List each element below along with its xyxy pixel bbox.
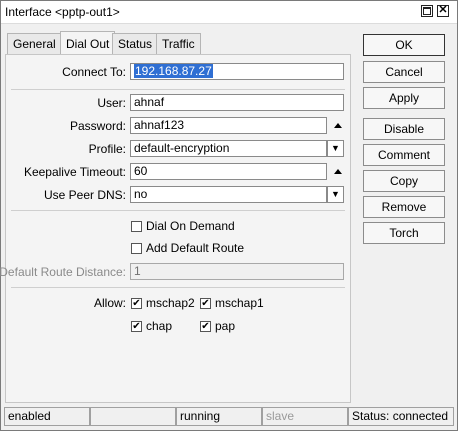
keepalive-timeout-label: Keepalive Timeout: bbox=[23, 165, 126, 179]
interface-dialog: Interface <pptp-out1> ✕ General Dial Out… bbox=[0, 0, 458, 431]
ok-button[interactable]: OK bbox=[363, 34, 445, 56]
add-default-route-label: Add Default Route bbox=[146, 241, 245, 255]
password-label: Password: bbox=[69, 119, 126, 133]
maximize-icon[interactable] bbox=[421, 5, 433, 17]
status-slave: slave bbox=[262, 407, 348, 426]
profile-select[interactable]: default-encryption bbox=[130, 140, 327, 157]
disable-button[interactable]: Disable bbox=[363, 118, 445, 140]
add-default-route-checkbox[interactable] bbox=[131, 243, 142, 254]
copy-button[interactable]: Copy bbox=[363, 170, 445, 192]
allow-label: Allow: bbox=[93, 296, 126, 310]
divider bbox=[11, 89, 345, 90]
remove-button[interactable]: Remove bbox=[363, 196, 445, 218]
use-peer-dns-label: Use Peer DNS: bbox=[43, 188, 126, 202]
window-title: Interface <pptp-out1> bbox=[5, 5, 120, 19]
user-label: User: bbox=[97, 96, 126, 110]
status-empty bbox=[90, 407, 176, 426]
divider bbox=[11, 287, 345, 288]
status-connection: Status: connected bbox=[348, 407, 454, 426]
allow-mschap1-label: mschap1 bbox=[215, 296, 264, 310]
use-peer-dns-select[interactable]: no bbox=[130, 186, 327, 203]
allow-mschap1-checkbox[interactable]: ✔ bbox=[200, 298, 211, 309]
tab-traffic[interactable]: Traffic bbox=[156, 33, 201, 54]
dial-on-demand-label: Dial On Demand bbox=[146, 219, 235, 233]
close-icon[interactable]: ✕ bbox=[437, 5, 449, 17]
allow-mschap2-label: mschap2 bbox=[146, 296, 195, 310]
apply-button[interactable]: Apply bbox=[363, 87, 445, 109]
tab-dial-out[interactable]: Dial Out bbox=[60, 31, 116, 55]
collapse-up-icon[interactable] bbox=[334, 123, 342, 128]
title-bar[interactable]: Interface <pptp-out1> ✕ bbox=[1, 1, 457, 24]
dropdown-arrow-icon[interactable]: ▼ bbox=[327, 140, 344, 157]
default-route-distance-input[interactable]: 1 bbox=[130, 263, 344, 280]
default-route-distance-label: Default Route Distance: bbox=[0, 265, 126, 279]
connect-to-input[interactable]: 192.168.87.27 bbox=[130, 63, 344, 80]
keepalive-timeout-input[interactable]: 60 bbox=[130, 163, 327, 180]
status-enabled: enabled bbox=[4, 407, 90, 426]
connect-to-label: Connect To: bbox=[62, 65, 126, 79]
allow-chap-checkbox[interactable]: ✔ bbox=[131, 321, 142, 332]
tab-general[interactable]: General bbox=[7, 33, 62, 54]
dropdown-arrow-icon[interactable]: ▼ bbox=[327, 186, 344, 203]
torch-button[interactable]: Torch bbox=[363, 222, 445, 244]
dial-on-demand-checkbox[interactable] bbox=[131, 221, 142, 232]
profile-label: Profile: bbox=[88, 142, 126, 156]
cancel-button[interactable]: Cancel bbox=[363, 61, 445, 83]
allow-chap-label: chap bbox=[146, 319, 173, 333]
allow-pap-label: pap bbox=[215, 319, 236, 333]
divider bbox=[11, 210, 345, 211]
user-input[interactable]: ahnaf bbox=[130, 94, 344, 111]
collapse-up-icon[interactable] bbox=[334, 169, 342, 174]
allow-pap-checkbox[interactable]: ✔ bbox=[200, 321, 211, 332]
comment-button[interactable]: Comment bbox=[363, 144, 445, 166]
allow-mschap2-checkbox[interactable]: ✔ bbox=[131, 298, 142, 309]
password-input[interactable]: ahnaf123 bbox=[130, 117, 327, 134]
status-running: running bbox=[176, 407, 262, 426]
tab-status[interactable]: Status bbox=[112, 33, 159, 54]
